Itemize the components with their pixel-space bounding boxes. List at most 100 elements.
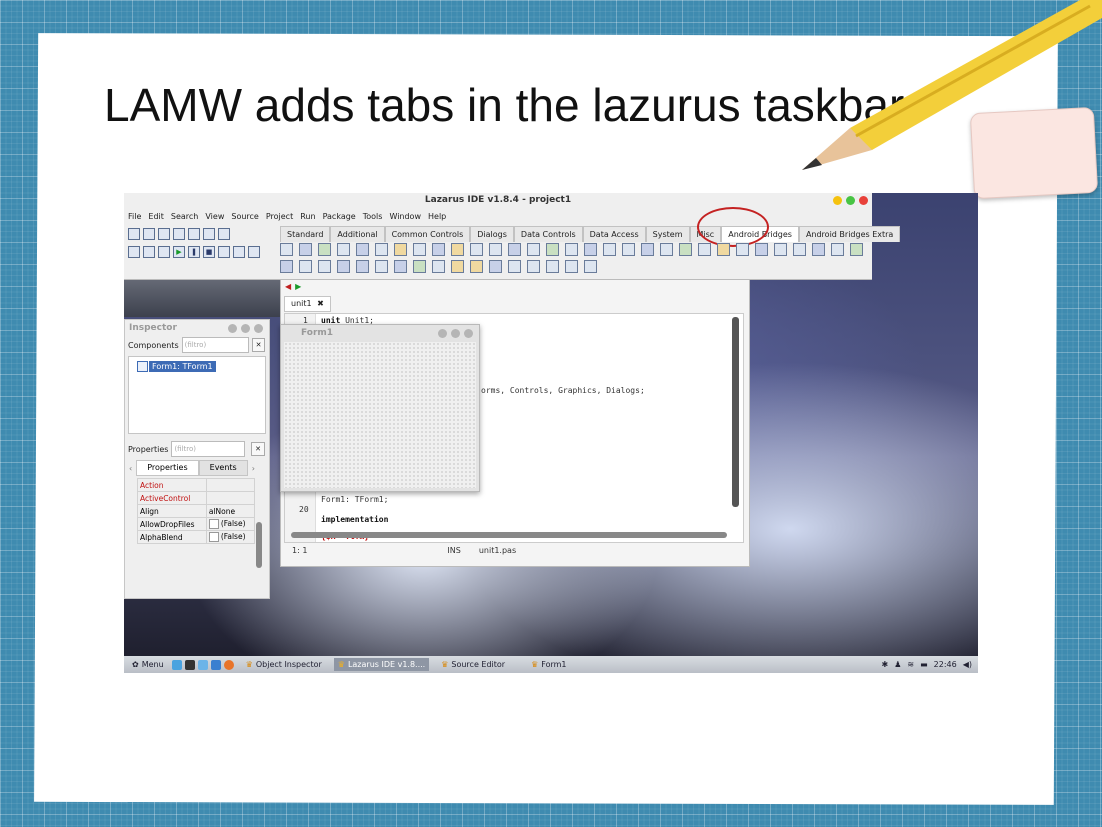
clock[interactable]: 22:46 bbox=[934, 660, 957, 669]
minimize-button[interactable] bbox=[833, 196, 842, 205]
component-icon[interactable] bbox=[565, 260, 578, 273]
component-icon[interactable] bbox=[280, 260, 293, 273]
save-all-icon[interactable] bbox=[188, 228, 200, 240]
wifi-icon[interactable]: ≋ bbox=[907, 660, 914, 669]
run-icon[interactable]: ▶ bbox=[173, 246, 185, 258]
tab-common-controls[interactable]: Common Controls bbox=[384, 226, 471, 242]
menu-edit[interactable]: Edit bbox=[148, 212, 164, 221]
component-icon[interactable] bbox=[375, 260, 388, 273]
table-row[interactable]: Align alNone bbox=[137, 504, 256, 518]
component-icon[interactable] bbox=[470, 260, 483, 273]
menu-package[interactable]: Package bbox=[323, 212, 356, 221]
tab-unit1[interactable]: unit1 ✖ bbox=[284, 296, 331, 312]
table-row[interactable]: AlphaBlend (False) bbox=[137, 530, 256, 544]
property-value[interactable] bbox=[205, 491, 256, 505]
component-icon[interactable] bbox=[622, 243, 635, 256]
menu-view[interactable]: View bbox=[205, 212, 224, 221]
component-icon[interactable] bbox=[413, 260, 426, 273]
close-button[interactable] bbox=[859, 196, 868, 205]
bluetooth-icon[interactable]: ✱ bbox=[882, 660, 889, 669]
close-tab-icon[interactable]: ✖ bbox=[317, 299, 324, 308]
tab-android-bridges-extra[interactable]: Android Bridges Extra bbox=[798, 226, 901, 242]
files-icon[interactable] bbox=[197, 659, 208, 670]
app-icon[interactable] bbox=[210, 659, 221, 670]
table-row[interactable]: ActiveControl bbox=[137, 491, 256, 505]
component-icon[interactable] bbox=[299, 260, 312, 273]
component-icon[interactable] bbox=[394, 260, 407, 273]
table-row[interactable]: Action bbox=[137, 478, 256, 492]
component-icon[interactable] bbox=[736, 243, 749, 256]
component-icon[interactable] bbox=[584, 260, 597, 273]
menu-search[interactable]: Search bbox=[171, 212, 198, 221]
component-icon[interactable] bbox=[394, 243, 407, 256]
property-value[interactable]: (False) bbox=[205, 517, 256, 531]
component-icon[interactable] bbox=[375, 243, 388, 256]
component-icon[interactable] bbox=[755, 243, 768, 256]
start-menu-button[interactable]: ✿ Menu bbox=[132, 660, 164, 669]
component-icon[interactable] bbox=[337, 260, 350, 273]
menu-help[interactable]: Help bbox=[428, 212, 446, 221]
component-icon[interactable] bbox=[698, 243, 711, 256]
properties-filter-input[interactable]: (filtro) bbox=[171, 441, 246, 457]
property-value[interactable] bbox=[205, 478, 256, 492]
component-icon[interactable] bbox=[717, 243, 730, 256]
tab-events[interactable]: Events bbox=[198, 460, 248, 476]
component-icon[interactable] bbox=[850, 243, 863, 256]
component-icon[interactable] bbox=[508, 260, 521, 273]
close-button[interactable] bbox=[254, 324, 263, 333]
component-icon[interactable] bbox=[527, 260, 540, 273]
tab-standard[interactable]: Standard bbox=[280, 226, 331, 242]
component-icon[interactable] bbox=[413, 243, 426, 256]
component-icon[interactable] bbox=[432, 243, 445, 256]
close-button[interactable] bbox=[464, 329, 473, 338]
minimize-button[interactable] bbox=[228, 324, 237, 333]
component-icon[interactable] bbox=[489, 260, 502, 273]
tab-system[interactable]: System bbox=[645, 226, 690, 242]
component-icon[interactable] bbox=[831, 243, 844, 256]
checkbox[interactable] bbox=[208, 532, 219, 542]
tab-scroll-right-icon[interactable]: › bbox=[252, 464, 255, 473]
task-lazarus-ide[interactable]: ♛ Lazarus IDE v1.8.... bbox=[333, 658, 430, 671]
step-into-icon[interactable] bbox=[218, 246, 230, 258]
stop-icon[interactable]: ■ bbox=[203, 246, 215, 258]
task-form1[interactable]: ♛ Form1 bbox=[527, 658, 570, 671]
component-icon[interactable] bbox=[812, 243, 825, 256]
property-value[interactable]: alNone bbox=[205, 504, 256, 518]
tree-expand-icon[interactable] bbox=[137, 361, 148, 372]
tab-dialogs[interactable]: Dialogs bbox=[470, 226, 514, 242]
component-icon[interactable] bbox=[318, 243, 331, 256]
task-object-inspector[interactable]: ♛ Object Inspector bbox=[242, 658, 326, 671]
firefox-icon[interactable] bbox=[223, 659, 234, 670]
step-over-icon[interactable] bbox=[233, 246, 245, 258]
folder-icon[interactable] bbox=[171, 659, 182, 670]
component-icon[interactable] bbox=[774, 243, 787, 256]
component-icon[interactable] bbox=[793, 243, 806, 256]
component-icon[interactable] bbox=[565, 243, 578, 256]
tab-additional[interactable]: Additional bbox=[330, 226, 385, 242]
component-icon[interactable] bbox=[451, 260, 464, 273]
tab-scroll-left-icon[interactable]: ‹ bbox=[129, 464, 132, 473]
battery-icon[interactable]: ▬ bbox=[920, 660, 928, 669]
menu-run[interactable]: Run bbox=[300, 212, 315, 221]
component-icon[interactable] bbox=[470, 243, 483, 256]
clear-filter-icon[interactable]: ✕ bbox=[251, 442, 265, 456]
pause-icon[interactable]: ❚ bbox=[188, 246, 200, 258]
menu-file[interactable]: File bbox=[128, 212, 141, 221]
menu-project[interactable]: Project bbox=[266, 212, 293, 221]
component-icon[interactable] bbox=[489, 243, 502, 256]
component-icon[interactable] bbox=[451, 243, 464, 256]
clear-filter-icon[interactable]: ✕ bbox=[252, 338, 265, 352]
view-forms-icon[interactable] bbox=[128, 246, 140, 258]
pointer-tool-icon[interactable] bbox=[280, 243, 293, 256]
view-units-icon[interactable] bbox=[218, 228, 230, 240]
toggle-form-icon[interactable] bbox=[203, 228, 215, 240]
component-icon[interactable] bbox=[299, 243, 312, 256]
components-filter-input[interactable]: (filtro) bbox=[181, 337, 250, 353]
form-design-grid[interactable] bbox=[284, 342, 476, 488]
new-form-icon[interactable] bbox=[143, 228, 155, 240]
task-source-editor[interactable]: ♛ Source Editor bbox=[437, 658, 509, 671]
tree-node-form1[interactable]: Form1: TForm1 bbox=[149, 361, 216, 372]
forward-arrow-icon[interactable]: ▶ bbox=[295, 282, 301, 291]
maximize-button[interactable] bbox=[241, 324, 250, 333]
new-unit-icon[interactable] bbox=[128, 228, 140, 240]
